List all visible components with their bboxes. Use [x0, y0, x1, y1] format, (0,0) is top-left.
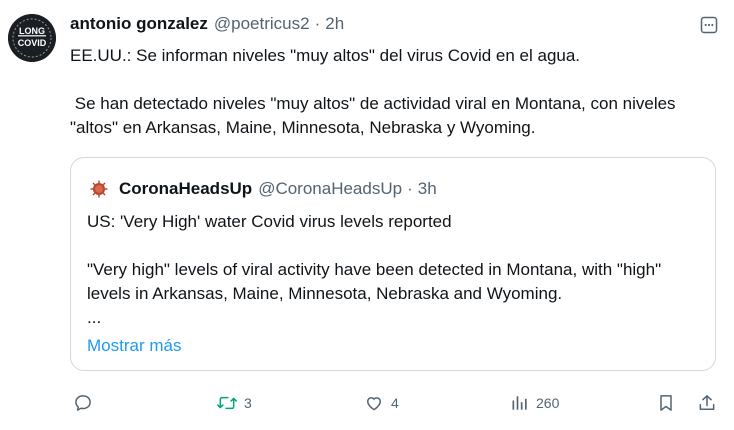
author-name[interactable]: antonio gonzalez — [70, 14, 208, 34]
quoted-paragraph: US: 'Very High' water Covid virus levels… — [87, 212, 452, 231]
views-count: 260 — [536, 395, 560, 411]
avatar-text-bottom: COVID — [18, 38, 47, 48]
tweet-paragraph: Se han detectado niveles "muy altos" de … — [70, 94, 681, 137]
quoted-tweet[interactable]: CoronaHeadsUp @CoronaHeadsUp · 3h US: 'V… — [70, 157, 716, 371]
more-options-button[interactable] — [696, 12, 722, 38]
retweet-count: 3 — [244, 395, 252, 411]
tweet-timestamp[interactable]: 2h — [325, 14, 344, 34]
quoted-header-separator: · — [407, 179, 413, 198]
tweet-paragraph: EE.UU.: Se informan niveles "muy altos" … — [70, 46, 581, 65]
retweet-icon — [216, 393, 238, 413]
author-handle[interactable]: @poetricus2 — [214, 14, 310, 34]
more-horizontal-icon — [699, 15, 719, 35]
heart-icon — [363, 393, 385, 413]
quoted-author-handle[interactable]: @CoronaHeadsUp — [258, 179, 402, 199]
quoted-tweet-header: CoronaHeadsUp @CoronaHeadsUp · 3h — [89, 178, 437, 200]
bookmark-button[interactable] — [656, 390, 676, 416]
tweet[interactable]: LONG COVID antonio gonzalez @poetricus2 … — [0, 0, 734, 430]
quoted-paragraph: "Very high" levels of viral activity hav… — [87, 260, 666, 303]
like-button[interactable]: 4 — [363, 390, 399, 416]
views-icon — [510, 393, 530, 413]
tweet-text: EE.UU.: Se informan niveles "muy altos" … — [70, 44, 710, 140]
like-count: 4 — [391, 395, 399, 411]
retweet-button[interactable]: 3 — [216, 390, 252, 416]
reply-icon — [73, 393, 93, 413]
tweet-actions: 3 4 260 — [0, 388, 734, 418]
bookmark-icon — [656, 393, 676, 413]
author-avatar[interactable]: LONG COVID — [8, 14, 56, 62]
avatar-text-top: LONG — [19, 26, 45, 36]
share-icon — [697, 393, 717, 413]
show-more-link[interactable]: Mostrar más — [87, 336, 181, 356]
quoted-tweet-text: US: 'Very High' water Covid virus levels… — [87, 210, 697, 330]
share-button[interactable] — [697, 390, 717, 416]
reply-button[interactable] — [73, 390, 99, 416]
tweet-header: antonio gonzalez @poetricus2 · 2h — [70, 14, 344, 36]
quoted-author-avatar[interactable] — [89, 179, 109, 199]
quoted-author-name[interactable]: CoronaHeadsUp — [119, 179, 252, 199]
quoted-ellipsis: ... — [87, 308, 102, 327]
quoted-tweet-timestamp[interactable]: 3h — [418, 179, 437, 199]
header-separator: · — [314, 14, 321, 33]
views-button[interactable]: 260 — [510, 390, 559, 416]
